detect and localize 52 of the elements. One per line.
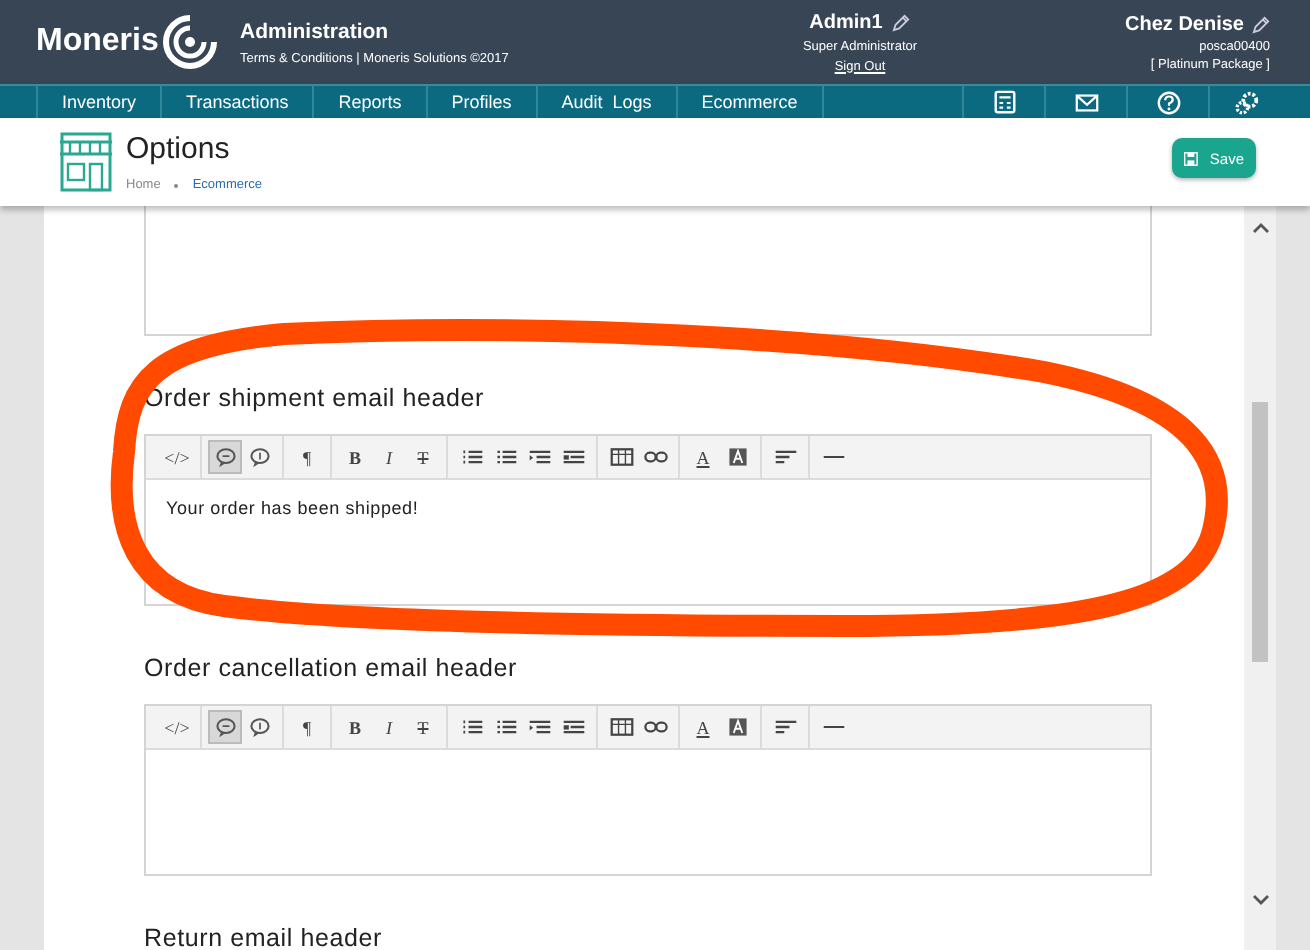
user-name: Admin1 xyxy=(809,11,883,33)
highlight-icon xyxy=(725,446,749,468)
indent-icon xyxy=(561,716,585,738)
toolbar-button[interactable] xyxy=(208,440,242,474)
toolbar-button[interactable]: ¶ xyxy=(290,710,324,744)
numbered-list-icon xyxy=(493,446,517,468)
bulleted-list-icon xyxy=(459,446,483,468)
editor-area[interactable] xyxy=(144,206,1152,336)
scrollbar[interactable] xyxy=(1244,206,1276,950)
toolbar-button[interactable]: A xyxy=(686,710,720,744)
link-icon xyxy=(643,716,667,738)
toolbar-button[interactable]: </> xyxy=(160,710,194,744)
toolbar-button[interactable]: B xyxy=(338,710,372,744)
app-title: Administration xyxy=(240,19,391,43)
field-label: Order cancellation email header xyxy=(144,654,519,682)
link-icon xyxy=(643,446,667,468)
toolbar-button[interactable] xyxy=(208,710,242,744)
storefront-icon xyxy=(58,132,114,192)
page-title: Options xyxy=(126,132,232,166)
scrollbar-thumb[interactable] xyxy=(1252,402,1268,662)
toolbar-button[interactable]: A xyxy=(686,440,720,474)
align-left-icon xyxy=(773,446,797,468)
table-icon xyxy=(609,446,633,468)
outdent-icon xyxy=(527,716,551,738)
numbered-list-icon xyxy=(493,716,517,738)
speech-bubble-icon xyxy=(213,716,237,738)
highlight-icon xyxy=(725,716,749,738)
scroll-down-icon[interactable] xyxy=(1251,894,1269,906)
bulleted-list-icon xyxy=(459,716,483,738)
align-left-icon xyxy=(773,716,797,738)
editor-area[interactable]: Your order has been shipped! xyxy=(146,480,1150,604)
field-label: Return email header xyxy=(144,924,384,950)
logo-text: Moneris xyxy=(36,24,159,60)
outdent-icon xyxy=(527,446,551,468)
store-name: Chez Denise xyxy=(1125,13,1244,35)
toolbar-button[interactable]: </> xyxy=(160,440,194,474)
toolbar-button[interactable]: ¶ xyxy=(290,440,324,474)
logo-swirl-icon xyxy=(162,14,219,70)
toolbar-button[interactable]: T xyxy=(406,710,440,744)
speech-bubble-icon xyxy=(247,446,271,468)
table-icon xyxy=(609,716,633,738)
toolbar-button[interactable]: T xyxy=(406,440,440,474)
pencil-icon[interactable] xyxy=(892,13,911,31)
pencil-icon[interactable] xyxy=(1252,15,1270,33)
speech-bubble-icon xyxy=(213,446,237,468)
editor-text: Your order has been shipped! xyxy=(166,498,419,518)
toolbar-button[interactable]: B xyxy=(338,440,372,474)
speech-bubble-icon xyxy=(247,716,271,738)
toolbar-button[interactable]: I xyxy=(372,710,406,744)
toolbar-button[interactable]: I xyxy=(372,440,406,474)
scroll-up-icon[interactable] xyxy=(1251,222,1269,234)
indent-icon xyxy=(561,446,585,468)
